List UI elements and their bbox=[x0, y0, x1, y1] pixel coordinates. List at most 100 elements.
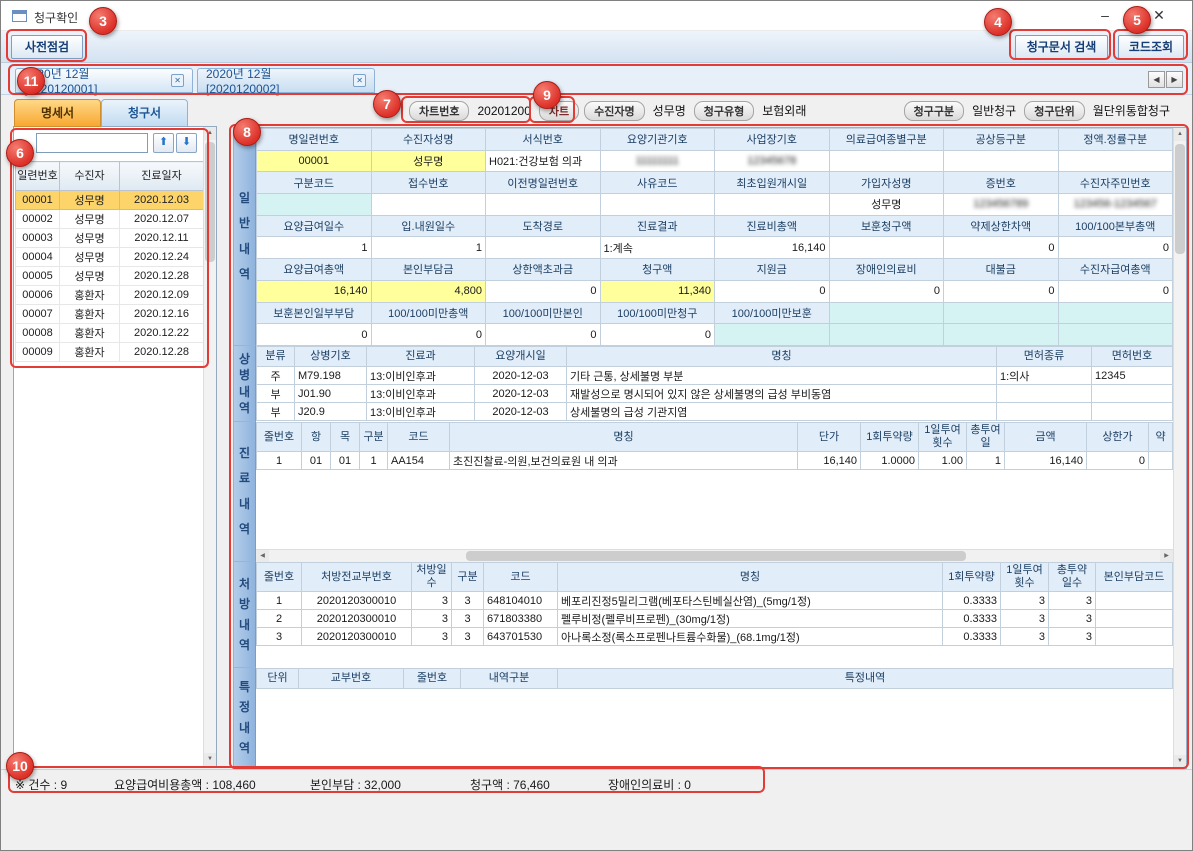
tab-next-icon[interactable]: ▶ bbox=[1166, 71, 1183, 88]
field-label: 약제상한차액 bbox=[944, 215, 1059, 237]
annotation-badge-5: 5 bbox=[1123, 6, 1151, 34]
trt-col: 코드 bbox=[388, 423, 450, 452]
field-label: 청구액 bbox=[600, 259, 715, 281]
search-down-icon[interactable]: ⬇ bbox=[176, 133, 197, 153]
code-lookup-button[interactable]: 코드조회 bbox=[1118, 35, 1184, 59]
section-label-treatment: 진료내역 bbox=[234, 422, 256, 562]
app-icon bbox=[12, 10, 27, 22]
rx-cell: 671803380 bbox=[484, 610, 558, 628]
dx-cell: 13:이비인후과 bbox=[367, 367, 475, 385]
serial-cell: 00007 bbox=[16, 305, 60, 324]
statement-row[interactable]: 00003 성무명 2020.12.11 bbox=[16, 229, 204, 248]
patient-name-value: 성무명 bbox=[650, 102, 689, 119]
dx-cell bbox=[1092, 403, 1173, 421]
toolbar: 사전점검 청구문서 검색 코드조회 bbox=[1, 31, 1192, 63]
dx-cell bbox=[1092, 385, 1173, 403]
rx-cell: 3 bbox=[1049, 610, 1096, 628]
annotation-badge-6: 6 bbox=[6, 139, 34, 167]
field-label: 증번호 bbox=[944, 172, 1059, 194]
hscroll-thumb[interactable] bbox=[466, 551, 966, 561]
treatment-hscrollbar[interactable]: ◀ ▶ bbox=[256, 549, 1173, 562]
statement-row[interactable]: 00004 성무명 2020.12.24 bbox=[16, 248, 204, 267]
scroll-down-icon[interactable]: ▼ bbox=[1174, 755, 1186, 768]
dx-cell bbox=[997, 385, 1092, 403]
tab-claim[interactable]: 청구서 bbox=[101, 99, 188, 127]
field-value: 0 bbox=[1058, 237, 1173, 259]
date-cell: 2020.12.28 bbox=[120, 267, 204, 286]
statement-row[interactable]: 00006 홍환자 2020.12.09 bbox=[16, 286, 204, 305]
prescription-row[interactable]: 1 2020120300010 3 3 648104010 베포리진정5밀리그램… bbox=[257, 592, 1173, 610]
detail-scrollbar[interactable]: ▲ ▼ bbox=[1173, 128, 1186, 768]
prescription-row[interactable]: 2 2020120300010 3 3 671803380 펠루비정(펠루비프로… bbox=[257, 610, 1173, 628]
dx-cell: 부 bbox=[257, 385, 295, 403]
rx-cell: 0.3333 bbox=[943, 592, 1001, 610]
scroll-up-icon[interactable]: ▲ bbox=[204, 127, 216, 140]
serial-cell: 00003 bbox=[16, 229, 60, 248]
dx-cell: 13:이비인후과 bbox=[367, 403, 475, 421]
tab-close-icon[interactable]: ✕ bbox=[353, 74, 366, 87]
precheck-button[interactable]: 사전점검 bbox=[11, 35, 83, 59]
field-label: 입.내원일수 bbox=[371, 215, 486, 237]
dx-cell: 12345 bbox=[1092, 367, 1173, 385]
diagnosis-row[interactable]: 부 J01.90 13:이비인후과 2020-12-03 재발성으로 명시되어 … bbox=[257, 385, 1173, 403]
search-up-icon[interactable]: ⬆ bbox=[153, 133, 174, 153]
treatment-row[interactable]: 1 01 01 1 AA154 초진진찰료-의원,보건의료원 내 의과 16,1… bbox=[257, 452, 1173, 470]
statement-row[interactable]: 00001 성무명 2020.12.03 bbox=[16, 191, 204, 210]
serial-cell: 00001 bbox=[16, 191, 60, 210]
prescription-row[interactable]: 3 2020120300010 3 3 643701530 아나록소정(록소프로… bbox=[257, 628, 1173, 646]
rx-cell: 0.3333 bbox=[943, 628, 1001, 646]
statement-row[interactable]: 00005 성무명 2020.12.28 bbox=[16, 267, 204, 286]
field-value: 성무명 bbox=[371, 150, 486, 172]
list-scrollbar[interactable]: ▲ ▼ bbox=[203, 127, 216, 766]
rx-cell: 2020120300010 bbox=[302, 610, 412, 628]
field-value: 1 bbox=[371, 237, 486, 259]
section-treatment: 진료내역 줄번호 항 목 구분 코드 명칭 단가 1회투약량 1일투여횟수 총투… bbox=[234, 422, 1173, 562]
rx-cell: 0.3333 bbox=[943, 610, 1001, 628]
serial-cell: 00008 bbox=[16, 324, 60, 343]
sp-col: 줄번호 bbox=[404, 669, 461, 689]
tab-statement[interactable]: 명세서 bbox=[14, 99, 101, 127]
rx-cell: 3 bbox=[412, 610, 452, 628]
scroll-thumb[interactable] bbox=[205, 142, 215, 262]
field-label: 상한액초과금 bbox=[486, 259, 601, 281]
month-tab-2-label: 2020년 12월 [2020120002] bbox=[206, 65, 346, 96]
statement-row[interactable]: 00002 성무명 2020.12.07 bbox=[16, 210, 204, 229]
dx-cell: 2020-12-03 bbox=[475, 367, 567, 385]
field-label: 100/100본부총액 bbox=[1058, 215, 1173, 237]
claim-class-value: 일반청구 bbox=[969, 102, 1019, 119]
field-value: 123456789 bbox=[944, 194, 1059, 216]
field-value: 0 bbox=[715, 280, 830, 302]
trt-col: 항 bbox=[302, 423, 331, 452]
trt-cell: 16,140 bbox=[1005, 452, 1087, 470]
trt-col: 상한가 bbox=[1087, 423, 1149, 452]
month-tab-2[interactable]: 2020년 12월 [2020120002] ✕ bbox=[197, 68, 375, 93]
scroll-right-icon[interactable]: ▶ bbox=[1160, 550, 1173, 562]
general-table: 명일련번호 수진자성명 서식번호 요양기관기호 사업장기호 의료급여종별구분 공… bbox=[256, 128, 1173, 346]
field-value: 0 bbox=[1058, 280, 1173, 302]
tab-prev-icon[interactable]: ◀ bbox=[1148, 71, 1165, 88]
diagnosis-row[interactable]: 부 J20.9 13:이비인후과 2020-12-03 상세불명의 급성 기관지… bbox=[257, 403, 1173, 421]
field-value: 123456-1234567 bbox=[1058, 194, 1173, 216]
window-title: 청구확인 bbox=[34, 9, 78, 26]
scroll-thumb[interactable] bbox=[1175, 144, 1185, 254]
claim-doc-search-button[interactable]: 청구문서 검색 bbox=[1015, 35, 1108, 59]
scroll-up-icon[interactable]: ▲ bbox=[1174, 128, 1186, 141]
statement-row[interactable]: 00009 홍환자 2020.12.28 bbox=[16, 343, 204, 362]
scroll-left-icon[interactable]: ◀ bbox=[256, 550, 269, 562]
sp-col: 특정내역 bbox=[558, 669, 1173, 689]
minimize-button[interactable]: – bbox=[1084, 1, 1126, 30]
rx-cell: 3 bbox=[412, 628, 452, 646]
statement-row[interactable]: 00007 홍환자 2020.12.16 bbox=[16, 305, 204, 324]
rx-col: 구분 bbox=[452, 563, 484, 592]
statement-row[interactable]: 00008 홍환자 2020.12.22 bbox=[16, 324, 204, 343]
rx-col: 총투약일수 bbox=[1049, 563, 1096, 592]
tab-close-icon[interactable]: ✕ bbox=[171, 74, 184, 87]
field-label: 대불금 bbox=[944, 259, 1059, 281]
trt-col: 1일투여횟수 bbox=[919, 423, 967, 452]
diagnosis-row[interactable]: 주 M79.198 13:이비인후과 2020-12-03 기타 근통, 상세불… bbox=[257, 367, 1173, 385]
field-label: 보훈청구액 bbox=[829, 215, 944, 237]
scroll-down-icon[interactable]: ▼ bbox=[204, 753, 216, 766]
field-label: 최초입원개시일 bbox=[715, 172, 830, 194]
search-input[interactable] bbox=[36, 133, 148, 153]
status-claim-amount: 청구액 : 76,460 bbox=[470, 776, 550, 793]
